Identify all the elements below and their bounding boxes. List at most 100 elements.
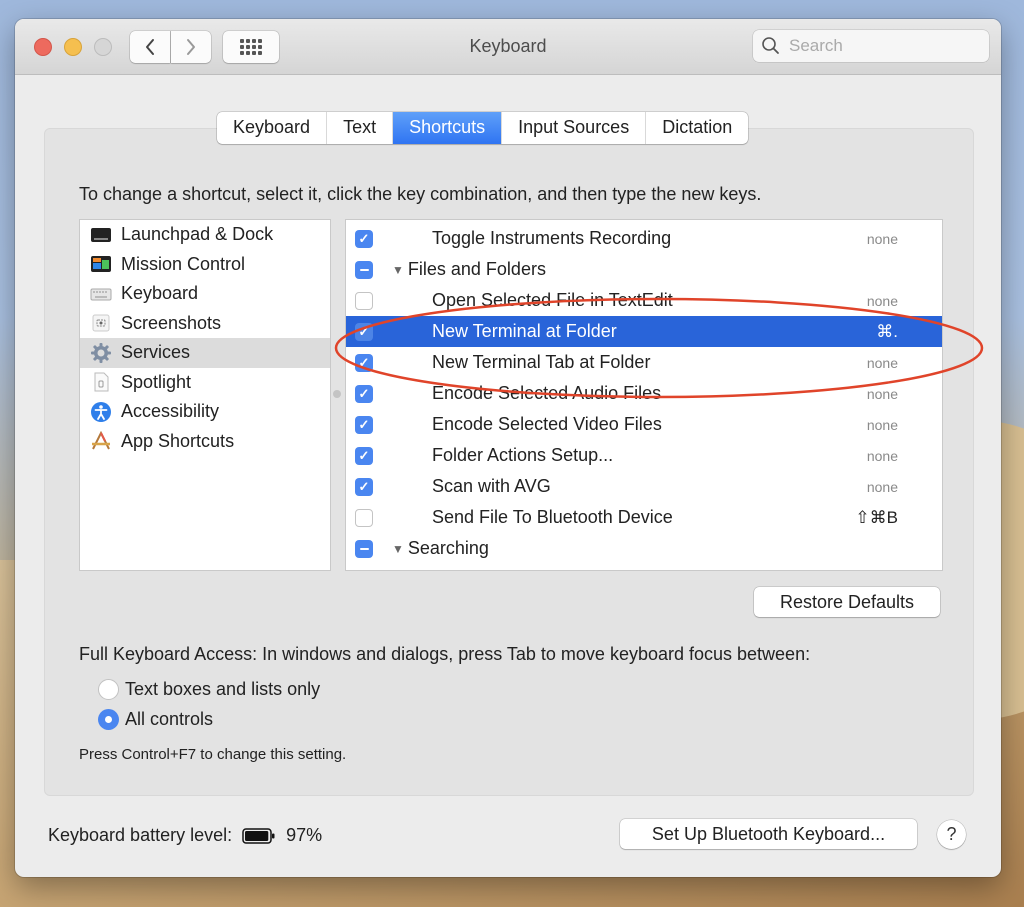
shortcut-label: Encode Selected Video Files (432, 414, 662, 434)
tab-keyboard[interactable]: Keyboard (217, 112, 328, 144)
shortcut-label: Encode Selected Audio Files (432, 383, 662, 403)
shortcut-label: New Terminal at Folder (432, 321, 617, 341)
category-screenshots[interactable]: Screenshots (80, 309, 330, 339)
checkbox[interactable] (355, 260, 373, 279)
launchpad-dock-icon (90, 225, 112, 245)
group-header[interactable]: ▼ Searching (392, 538, 489, 559)
shortcut-label: Toggle Instruments Recording (432, 228, 672, 248)
shortcut-row[interactable]: ✓ Folder Actions Setup... none (346, 440, 942, 471)
category-label: Screenshots (121, 312, 222, 333)
tab-dictation[interactable]: Dictation (646, 112, 748, 144)
category-label: Services (121, 342, 191, 363)
tab-input-sources[interactable]: Input Sources (502, 112, 647, 144)
category-keyboard[interactable]: Keyboard (80, 279, 330, 309)
shortcut-group-row[interactable]: ▼ Files and Folders (346, 254, 942, 285)
shortcut-row[interactable]: ✓ Encode Selected Audio Files none (346, 378, 942, 409)
shortcut-row[interactable]: ✓ New Terminal at Folder ⌘. (346, 316, 942, 347)
help-button[interactable]: ? (937, 820, 966, 849)
radio-all-controls[interactable]: All controls (98, 709, 213, 730)
instructions-text: To change a shortcut, select it, click t… (79, 184, 762, 204)
radio-label: Text boxes and lists only (125, 679, 321, 699)
category-list[interactable]: Launchpad & Dock Mission Control Keyboar… (79, 219, 331, 571)
keyboard-icon (90, 284, 112, 304)
shortcut-label: Folder Actions Setup... (432, 445, 614, 465)
title-bar: Keyboard (15, 19, 1001, 75)
category-label: Keyboard (121, 283, 199, 304)
category-spotlight[interactable]: Spotlight (80, 368, 330, 398)
category-app-shortcuts[interactable]: App Shortcuts (80, 427, 330, 457)
category-label: Spotlight (121, 371, 192, 392)
shortcut-key[interactable]: none (867, 417, 898, 433)
shortcut-key[interactable]: none (867, 355, 898, 371)
shortcut-key[interactable]: none (867, 231, 898, 247)
group-label: Searching (407, 538, 489, 558)
checkbox[interactable]: ✓ (355, 384, 373, 403)
category-accessibility[interactable]: Accessibility (80, 397, 330, 427)
shortcut-group-row[interactable]: ▼ Searching (346, 533, 942, 564)
app-shortcuts-icon (90, 431, 112, 451)
checkbox[interactable] (355, 508, 373, 527)
shortcut-key[interactable]: none (867, 293, 898, 309)
checkbox[interactable]: ✓ (355, 229, 373, 248)
set-up-bluetooth-keyboard-button[interactable]: Set Up Bluetooth Keyboard... (620, 819, 917, 849)
shortcut-row[interactable]: Open Selected File in TextEdit none (346, 285, 942, 316)
disclosure-triangle-icon[interactable]: ▼ (392, 263, 404, 277)
spotlight-icon (90, 372, 112, 392)
shortcut-key[interactable]: none (867, 479, 898, 495)
shortcut-label: Open Selected File in TextEdit (432, 290, 673, 310)
shortcut-key[interactable]: ⌘. (876, 322, 898, 342)
checkbox[interactable] (355, 291, 373, 310)
shortcut-list[interactable]: ✓ Toggle Instruments Recording none ▼ Files … (345, 219, 943, 571)
radio-button[interactable] (98, 709, 119, 730)
checkbox[interactable]: ✓ (355, 415, 373, 434)
full-keyboard-access-label: Full Keyboard Access: In windows and dia… (79, 644, 811, 664)
radio-text-boxes-lists[interactable]: Text boxes and lists only (98, 679, 320, 700)
category-label: Accessibility (121, 401, 220, 422)
checkbox[interactable]: ✓ (355, 353, 373, 372)
shortcut-key[interactable]: none (867, 448, 898, 464)
category-label: Mission Control (121, 253, 246, 274)
shortcut-label: Scan with AVG (432, 476, 551, 496)
checkbox[interactable]: ✓ (355, 322, 373, 341)
group-header[interactable]: ▼ Files and Folders (392, 259, 546, 280)
search-field[interactable] (753, 30, 989, 62)
shortcut-row[interactable]: ✓ Toggle Instruments Recording none (346, 223, 942, 254)
keyboard-preferences-window: Keyboard Keyboard Text Shortcuts Input S… (15, 19, 1001, 877)
accessibility-icon (90, 401, 112, 422)
checkbox[interactable]: ✓ (355, 477, 373, 496)
gear-icon (90, 342, 112, 363)
hint-text: Press Control+F7 to change this setting. (79, 746, 347, 763)
shortcut-row[interactable]: Send File To Bluetooth Device ⇧⌘B (346, 502, 942, 533)
shortcut-key[interactable]: ⇧⌘B (855, 508, 898, 528)
restore-defaults-button[interactable]: Restore Defaults (754, 587, 940, 617)
radio-label: All controls (125, 709, 214, 729)
screenshots-icon (90, 313, 112, 333)
shortcut-row[interactable]: ✓ Scan with AVG none (346, 471, 942, 502)
shortcut-label: New Terminal Tab at Folder (432, 352, 651, 372)
checkbox[interactable]: ✓ (355, 446, 373, 465)
category-services[interactable]: Services (80, 338, 330, 368)
mission-control-icon (90, 254, 112, 274)
battery-label: Keyboard battery level: (48, 825, 233, 845)
shortcut-row[interactable]: ✓ New Terminal Tab at Folder none (346, 347, 942, 378)
group-label: Files and Folders (407, 259, 546, 279)
category-mission-control[interactable]: Mission Control (80, 250, 330, 280)
category-label: App Shortcuts (121, 430, 235, 451)
search-icon (762, 37, 779, 54)
search-input[interactable] (787, 35, 981, 57)
radio-button[interactable] (98, 679, 119, 700)
shortcut-row[interactable]: ✓ Encode Selected Video Files none (346, 409, 942, 440)
checkbox[interactable] (355, 539, 373, 558)
tab-text[interactable]: Text (327, 112, 394, 144)
disclosure-triangle-icon[interactable]: ▼ (392, 542, 404, 556)
shortcut-label: Send File To Bluetooth Device (432, 507, 673, 527)
category-launchpad-dock[interactable]: Launchpad & Dock (80, 220, 330, 250)
category-label: Launchpad & Dock (121, 224, 274, 245)
shortcut-key[interactable]: none (867, 386, 898, 402)
tab-bar: Keyboard Text Shortcuts Input Sources Di… (217, 112, 749, 144)
split-view-handle[interactable] (333, 390, 341, 398)
battery-icon (242, 827, 275, 844)
battery-status: Keyboard battery level: 97% (48, 825, 322, 846)
battery-value: 97% (286, 825, 323, 845)
tab-shortcuts[interactable]: Shortcuts (393, 112, 503, 144)
